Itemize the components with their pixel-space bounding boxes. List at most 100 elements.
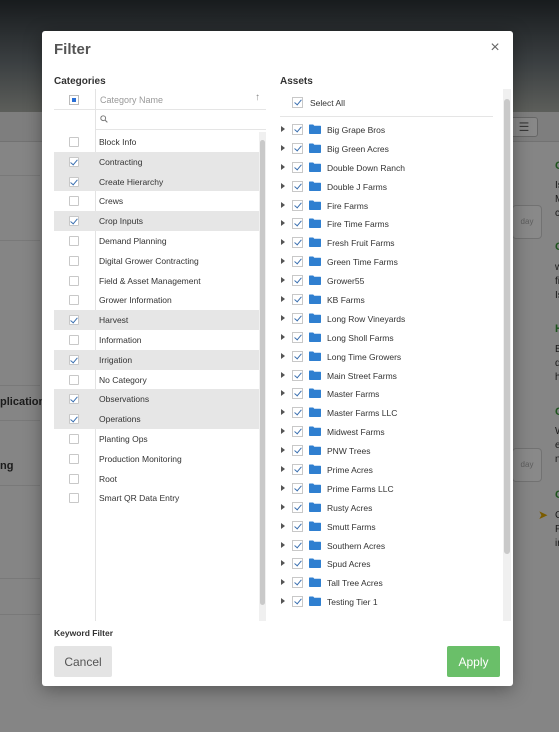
category-checkbox[interactable]: [69, 473, 79, 484]
asset-row[interactable]: Midwest Farms: [280, 423, 500, 442]
assets-scrollbar-thumb[interactable]: [504, 99, 510, 554]
category-checkbox[interactable]: [69, 334, 79, 345]
category-row[interactable]: Planting Ops: [54, 429, 259, 449]
select-all-row[interactable]: Select All: [280, 89, 493, 117]
category-search-input[interactable]: [112, 112, 260, 128]
asset-checkbox[interactable]: [292, 161, 303, 173]
asset-row[interactable]: Long Row Vineyards: [280, 310, 500, 329]
asset-row[interactable]: Long Sholl Farms: [280, 329, 500, 348]
asset-row[interactable]: Spud Acres: [280, 555, 500, 574]
category-checkbox[interactable]: [69, 374, 79, 385]
category-row[interactable]: Digital Grower Contracting: [54, 251, 259, 271]
asset-checkbox[interactable]: [292, 237, 303, 249]
category-checkbox[interactable]: [69, 414, 79, 425]
asset-checkbox[interactable]: [292, 275, 303, 287]
expand-caret-icon[interactable]: [281, 598, 285, 605]
close-icon[interactable]: ×: [488, 40, 502, 56]
category-row[interactable]: Operations: [54, 409, 259, 429]
expand-caret-icon[interactable]: [281, 258, 285, 265]
category-checkbox[interactable]: [69, 295, 79, 306]
expand-caret-icon[interactable]: [281, 371, 285, 378]
asset-checkbox[interactable]: [292, 577, 303, 589]
category-checkbox[interactable]: [69, 493, 79, 504]
category-row[interactable]: Crop Inputs: [54, 211, 259, 231]
category-row[interactable]: No Category: [54, 370, 259, 390]
cancel-button[interactable]: Cancel: [54, 646, 112, 677]
asset-row[interactable]: Double J Farms: [280, 178, 500, 197]
asset-checkbox[interactable]: [292, 388, 303, 400]
category-row[interactable]: Contracting: [54, 151, 259, 172]
category-checkbox[interactable]: [69, 216, 79, 227]
asset-row[interactable]: Master Farms LLC: [280, 404, 500, 423]
category-row[interactable]: Grower Information: [54, 290, 259, 310]
asset-checkbox[interactable]: [292, 426, 303, 438]
expand-caret-icon[interactable]: [281, 163, 285, 170]
category-row[interactable]: Smart QR Data Entry: [54, 488, 259, 508]
expand-caret-icon[interactable]: [281, 201, 285, 208]
asset-checkbox[interactable]: [292, 407, 303, 419]
asset-row[interactable]: Southern Acres: [280, 537, 500, 556]
select-all-categories-checkbox[interactable]: [69, 95, 79, 105]
expand-caret-icon[interactable]: [281, 466, 285, 473]
expand-caret-icon[interactable]: [281, 579, 285, 586]
expand-caret-icon[interactable]: [281, 296, 285, 303]
expand-caret-icon[interactable]: [281, 182, 285, 189]
apply-button[interactable]: Apply: [447, 646, 500, 677]
expand-caret-icon[interactable]: [281, 522, 285, 529]
asset-row[interactable]: Double Down Ranch: [280, 159, 500, 178]
asset-row[interactable]: Rusty Acres: [280, 499, 500, 518]
category-checkbox[interactable]: [69, 315, 79, 326]
category-row[interactable]: Production Monitoring: [54, 449, 259, 469]
expand-caret-icon[interactable]: [281, 314, 285, 321]
asset-checkbox[interactable]: [292, 294, 303, 306]
asset-checkbox[interactable]: [292, 501, 303, 513]
category-row[interactable]: Block Info: [54, 132, 259, 152]
asset-checkbox[interactable]: [292, 256, 303, 268]
asset-row[interactable]: KB Farms: [280, 291, 500, 310]
asset-checkbox[interactable]: [292, 180, 303, 192]
category-checkbox[interactable]: [69, 354, 79, 365]
asset-checkbox[interactable]: [292, 312, 303, 324]
category-checkbox[interactable]: [69, 453, 79, 464]
asset-checkbox[interactable]: [292, 520, 303, 532]
asset-row[interactable]: Big Grape Bros: [280, 121, 500, 140]
category-row[interactable]: Root: [54, 469, 259, 489]
asset-row[interactable]: Green Time Farms: [280, 253, 500, 272]
expand-caret-icon[interactable]: [281, 447, 285, 454]
asset-checkbox[interactable]: [292, 558, 303, 570]
asset-row[interactable]: Big Green Acres: [280, 140, 500, 159]
asset-row[interactable]: PNW Trees: [280, 442, 500, 461]
expand-caret-icon[interactable]: [281, 484, 285, 491]
expand-caret-icon[interactable]: [281, 560, 285, 567]
category-row[interactable]: Information: [54, 330, 259, 350]
asset-row[interactable]: Master Farms: [280, 385, 500, 404]
asset-checkbox[interactable]: [292, 124, 303, 135]
asset-checkbox[interactable]: [292, 482, 303, 494]
asset-checkbox[interactable]: [292, 331, 303, 343]
assets-scrollbar[interactable]: [503, 89, 511, 621]
asset-checkbox[interactable]: [292, 596, 303, 608]
category-row[interactable]: Observations: [54, 389, 259, 410]
asset-row[interactable]: Fire Farms: [280, 197, 500, 216]
asset-row[interactable]: Fire Time Farms: [280, 215, 500, 234]
categories-scrollbar[interactable]: [259, 132, 266, 621]
asset-checkbox[interactable]: [292, 464, 303, 476]
sort-ascending-icon[interactable]: ↑: [255, 92, 260, 103]
category-checkbox[interactable]: [69, 176, 79, 187]
asset-row[interactable]: Tall Tree Acres: [280, 574, 500, 593]
category-row[interactable]: Demand Planning: [54, 231, 259, 251]
category-name-header[interactable]: Category Name: [100, 95, 163, 105]
expand-caret-icon[interactable]: [281, 352, 285, 359]
category-checkbox[interactable]: [69, 433, 79, 444]
asset-row[interactable]: Smutt Farms: [280, 518, 500, 537]
categories-scrollbar-thumb[interactable]: [260, 140, 265, 605]
expand-caret-icon[interactable]: [281, 277, 285, 284]
asset-checkbox[interactable]: [292, 539, 303, 551]
expand-caret-icon[interactable]: [281, 333, 285, 340]
asset-row[interactable]: Prime Acres: [280, 461, 500, 480]
category-row[interactable]: Field & Asset Management: [54, 271, 259, 291]
expand-caret-icon[interactable]: [281, 503, 285, 510]
expand-caret-icon[interactable]: [281, 220, 285, 227]
category-checkbox[interactable]: [69, 394, 79, 405]
asset-checkbox[interactable]: [292, 142, 303, 154]
